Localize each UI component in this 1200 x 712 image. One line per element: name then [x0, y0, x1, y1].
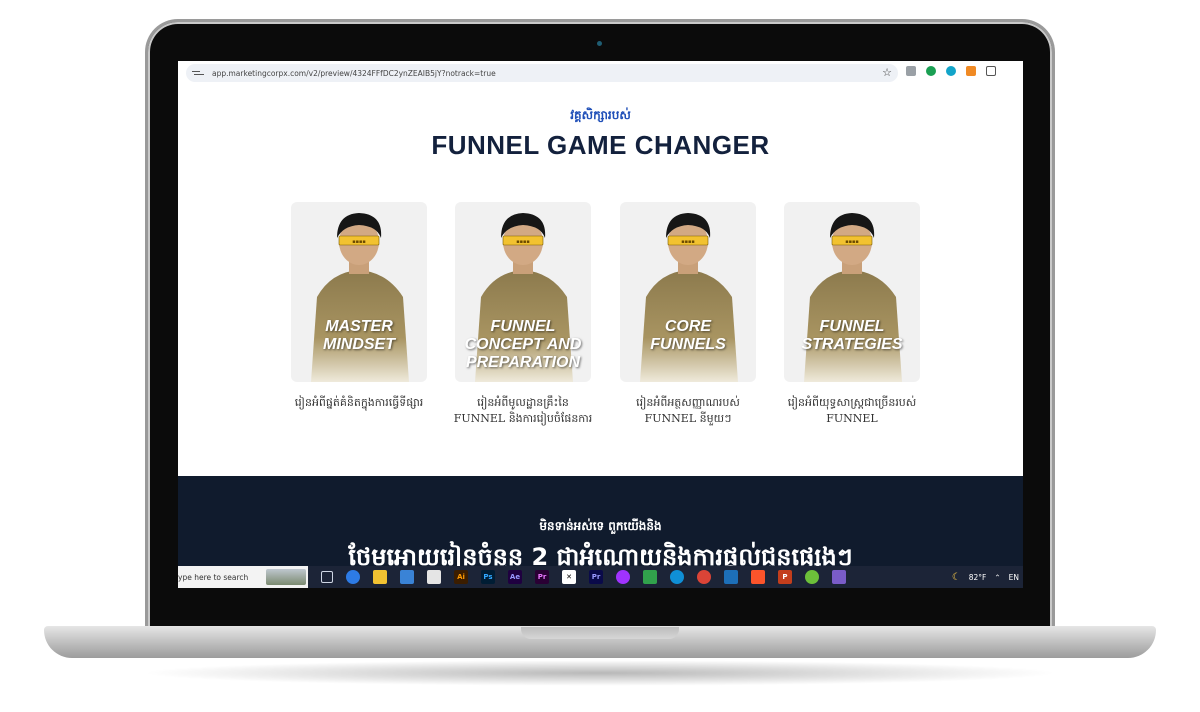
card-description-line: រៀនអំពីផ្នត់គំនិតក្នុងការធ្វើទីផ្សារ [294, 396, 424, 409]
card-title-line: FUNNELS [650, 336, 726, 353]
card-title: FUNNEL CONCEPT AND PREPARATION [455, 318, 591, 372]
card-description-line: រៀនអំពីមូលដ្ឋានគ្រឹះនៃ [477, 396, 569, 409]
grammar-extension-icon[interactable] [926, 66, 936, 76]
laptop-base-notch [521, 627, 679, 639]
course-card-core-funnels[interactable]: ▪▪▪▪ CORE FUNNELS [620, 202, 756, 382]
browser-toolbar: app.marketingcorpx.com/v2/preview/4324FF… [178, 61, 1023, 86]
svg-text:▪▪▪▪: ▪▪▪▪ [845, 239, 859, 245]
app-triangle-icon[interactable] [724, 570, 738, 584]
card-title-line: CONCEPT AND [464, 336, 582, 353]
premiere-pro-icon[interactable]: Pr [535, 570, 549, 584]
extension-icons [906, 66, 996, 76]
taskbar: ype here to search Ai Ps Ae Pr ✕ Pr P ☾ … [178, 566, 1023, 588]
photoshop-icon[interactable]: Ps [481, 570, 495, 584]
bookmark-star-icon[interactable]: ☆ [882, 65, 892, 81]
brave-icon[interactable] [751, 570, 765, 584]
powerpoint-icon[interactable]: P [778, 570, 792, 584]
taskbar-search-placeholder[interactable]: ype here to search [178, 573, 248, 582]
system-tray: ☾ 82°F ⌃ EN [952, 566, 1023, 588]
card-title: MASTER MINDSET [291, 318, 427, 354]
card-title-line: STRATEGIES [801, 336, 903, 353]
site-info-icon[interactable] [192, 66, 206, 80]
after-effects-icon[interactable]: Ae [508, 570, 522, 584]
taskbar-search[interactable]: ype here to search [178, 566, 308, 588]
green-app-icon[interactable] [805, 570, 819, 584]
card-description-line: រៀនអំពីយុទ្ធសាស្ត្រជាច្រើនរបស់ [787, 396, 917, 409]
photos-icon[interactable] [643, 570, 657, 584]
capcut-icon[interactable]: ✕ [562, 570, 576, 584]
web-page: វគ្គសិក្សារបស់ FUNNEL GAME CHANGER ▪▪▪▪ … [178, 85, 1023, 476]
course-card-master-mindset[interactable]: ▪▪▪▪ MASTER MINDSET [291, 202, 427, 382]
metamask-fox-icon[interactable] [966, 66, 976, 76]
instructor-photo: ▪▪▪▪ [804, 213, 902, 382]
course-card-funnel-concept[interactable]: ▪▪▪▪ FUNNEL CONCEPT AND PREPARATION [455, 202, 591, 382]
page-headline: FUNNEL GAME CHANGER [431, 130, 770, 160]
purple-app-icon[interactable] [832, 570, 846, 584]
mail-icon[interactable] [400, 570, 414, 584]
address-bar[interactable]: app.marketingcorpx.com/v2/preview/4324FF… [186, 64, 898, 82]
store-icon[interactable] [427, 570, 441, 584]
svg-text:▪▪▪▪: ▪▪▪▪ [352, 239, 366, 245]
card-title-line: PREPARATION [465, 354, 581, 371]
laptop-shadow [140, 660, 1060, 686]
instructor-photo: ▪▪▪▪ [640, 213, 738, 382]
safari-icon[interactable] [346, 570, 360, 584]
chrome-icon[interactable] [697, 570, 711, 584]
card-description-line: FUNNEL នីមួយៗ [644, 412, 732, 425]
url-text[interactable]: app.marketingcorpx.com/v2/preview/4324FF… [212, 69, 496, 78]
messenger-icon[interactable] [616, 570, 630, 584]
card-description: រៀនអំពីផ្នត់គំនិតក្នុងការធ្វើទីផ្សារ [284, 395, 434, 411]
card-title-line: MASTER [325, 318, 393, 335]
card-description: រៀនអំពីយុទ្ធសាស្ត្រជាច្រើនរបស់ FUNNEL [777, 395, 927, 427]
language-indicator[interactable]: EN [1009, 573, 1019, 582]
card-description-line: រៀនអំពីអត្ថសញ្ញាណរបស់ [636, 396, 740, 409]
bonus-subtitle: មិនទាន់អស់ទេ ពួកយើងនិង [539, 519, 662, 533]
weather-moon-icon[interactable]: ☾ [952, 572, 961, 583]
search-highlight-image [266, 569, 306, 585]
premiere-rush-icon[interactable]: Pr [589, 570, 603, 584]
card-title-line: CORE [664, 318, 712, 335]
svg-text:▪▪▪▪: ▪▪▪▪ [516, 239, 530, 245]
card-description: រៀនអំពីអត្ថសញ្ញាណរបស់ FUNNEL នីមួយៗ [613, 395, 763, 427]
card-description-line: FUNNEL [826, 412, 878, 425]
svg-text:▪▪▪▪: ▪▪▪▪ [681, 239, 695, 245]
card-title-line: FUNNEL [490, 318, 556, 335]
puzzle-extensions-icon[interactable] [986, 66, 996, 76]
section-eyebrow: វគ្គសិក្សារបស់ [570, 108, 631, 122]
laptop-screen: app.marketingcorpx.com/v2/preview/4324FF… [178, 61, 1023, 588]
card-title-line: FUNNEL [819, 318, 885, 335]
illustrator-icon[interactable]: Ai [454, 570, 468, 584]
card-description: រៀនអំពីមូលដ្ឋានគ្រឹះនៃ FUNNEL និងការរៀបច… [448, 395, 598, 427]
task-view-icon[interactable] [321, 571, 333, 583]
edge-icon[interactable] [670, 570, 684, 584]
card-title-line: MINDSET [323, 336, 395, 353]
webcam-dot [597, 41, 602, 46]
card-description-line: FUNNEL និងការរៀបចំផែនការ [453, 412, 593, 425]
file-explorer-icon[interactable] [373, 570, 387, 584]
extension-icon[interactable] [906, 66, 916, 76]
tray-chevron-icon[interactable]: ⌃ [994, 573, 1000, 582]
card-title: CORE FUNNELS [620, 318, 756, 354]
course-card-funnel-strategies[interactable]: ▪▪▪▪ FUNNEL STRATEGIES [784, 202, 920, 382]
edge-extension-icon[interactable] [946, 66, 956, 76]
temperature-text[interactable]: 82°F [969, 573, 987, 582]
instructor-photo: ▪▪▪▪ [311, 213, 409, 382]
card-title: FUNNEL STRATEGIES [784, 318, 920, 354]
